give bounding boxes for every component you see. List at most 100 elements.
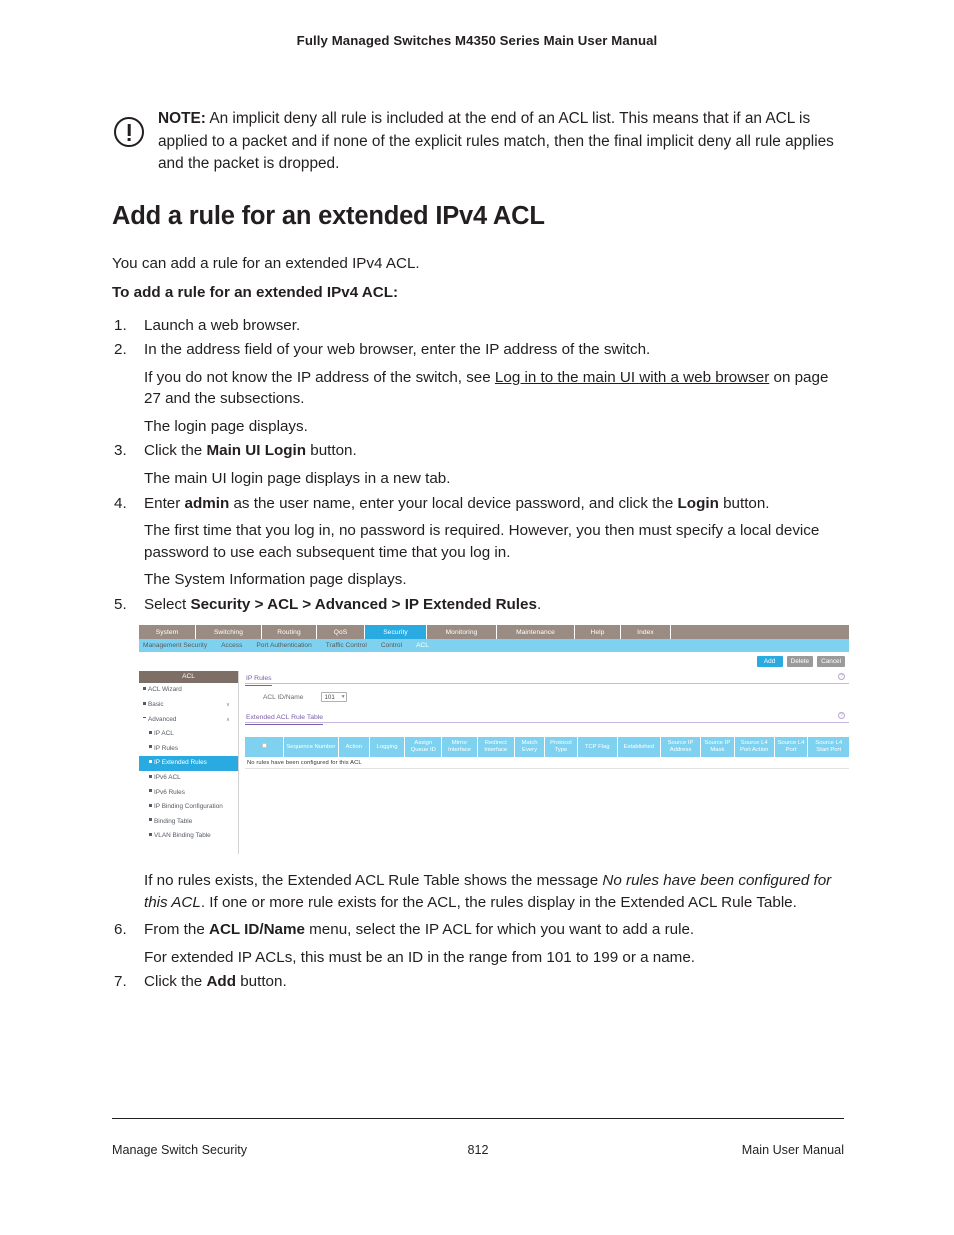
procedure-title: To add a rule for an extended IPv4 ACL: xyxy=(112,283,399,301)
nav-tab-monitoring[interactable]: Monitoring xyxy=(427,625,497,640)
acl-id-select-value: 101 xyxy=(324,693,335,701)
help-circle-icon[interactable]: ? xyxy=(838,673,845,681)
sidebar-item-label: Binding Table xyxy=(154,817,193,825)
step-main-post: . xyxy=(536,595,542,613)
step-main-bold: Main UI Login xyxy=(206,442,307,460)
subnav-item-access[interactable]: Access xyxy=(221,642,242,649)
extended-acl-rule-table: Sequence Number Action Logging Assign Qu… xyxy=(245,737,849,758)
subnav-item-port-authentication[interactable]: Port Authentication xyxy=(256,642,311,649)
col-mirror-interface[interactable]: Mirror Interface xyxy=(441,737,478,758)
switch-ui-navbar: System Switching Routing QoS Security Mo… xyxy=(139,625,849,640)
chevron-down-icon[interactable]: ∨ xyxy=(226,698,230,713)
col-source-ip-mask[interactable]: Source IP Mask xyxy=(700,737,735,758)
ip-rules-section-header: IP Rules ? xyxy=(245,671,849,687)
sidebar-item-ipv6-rules[interactable]: IPv6 Rules xyxy=(139,786,238,801)
step-subtext: The main UI login page displays in a new… xyxy=(144,469,451,487)
select-all-header[interactable] xyxy=(245,737,285,758)
col-assign-queue-id[interactable]: Assign Queue ID xyxy=(404,737,443,758)
sidebar-item-ipv6-acl[interactable]: IPv6 ACL xyxy=(139,771,238,786)
nav-tab-qos[interactable]: QoS xyxy=(317,625,365,640)
nav-tab-help[interactable]: Help xyxy=(575,625,621,640)
checkbox-icon[interactable] xyxy=(261,743,267,749)
step-main: In the address field of your web browser… xyxy=(144,341,651,359)
step-text: Enter admin as the user name, enter your… xyxy=(144,493,844,591)
col-match-every[interactable]: Match Every xyxy=(514,737,546,758)
nav-tab-system[interactable]: System xyxy=(139,625,196,640)
extended-acl-rule-table-header: Extended ACL Rule Table ? xyxy=(245,710,849,726)
switch-ui-action-row: Add Delete Cancel xyxy=(139,652,849,672)
switch-ui-figure: System Switching Routing QoS Security Mo… xyxy=(139,625,849,854)
col-tcp-flag[interactable]: TCP Flag xyxy=(577,737,618,758)
help-circle-icon[interactable]: ? xyxy=(838,712,845,720)
step-number: 1. xyxy=(114,316,127,334)
step-item: 1. Launch a web browser. xyxy=(112,315,844,337)
footer-divider xyxy=(112,1118,844,1119)
nav-tab-security[interactable]: Security xyxy=(365,625,427,640)
chevron-down-icon: ▾ xyxy=(341,694,345,701)
step-text: Launch a web browser. xyxy=(144,315,844,337)
nav-filler xyxy=(671,625,849,640)
bullet-icon xyxy=(143,686,146,690)
nav-tab-routing[interactable]: Routing xyxy=(262,625,317,640)
step-text: Select Security > ACL > Advanced > IP Ex… xyxy=(144,594,844,616)
col-source-l4-start-port[interactable]: Source L4 Start Port xyxy=(807,737,849,758)
bullet-icon xyxy=(149,818,152,822)
sidebar-item-ip-extended-rules[interactable]: IP Extended Rules xyxy=(139,756,238,771)
sidebar-item-vlan-binding-table[interactable]: VLAN Binding Table xyxy=(139,829,238,844)
step-text: Click the Main UI Login button. The main… xyxy=(144,440,844,489)
col-action[interactable]: Action xyxy=(338,737,371,758)
sidebar-item-basic[interactable]: Basic ∨ xyxy=(139,698,238,713)
step-main: Launch a web browser. xyxy=(144,316,301,334)
sidebar-item-ip-acl[interactable]: IP ACL xyxy=(139,727,238,742)
acl-id-field-row: ACL ID/Name 101 ▾ xyxy=(245,684,849,710)
step-main-bold: Security > ACL > Advanced > IP Extended … xyxy=(190,595,537,613)
switch-ui-subnav: Management Security Access Port Authenti… xyxy=(139,639,849,653)
sidebar-item-ip-rules[interactable]: IP Rules xyxy=(139,742,238,757)
chevron-up-icon[interactable]: ∧ xyxy=(226,713,230,728)
bullet-icon xyxy=(149,789,152,793)
bullet-icon xyxy=(149,832,152,836)
exclamation-circle-icon xyxy=(114,117,144,147)
cross-reference-link[interactable]: Log in to the main UI with a web browser xyxy=(495,369,769,386)
nav-tab-switching[interactable]: Switching xyxy=(196,625,262,640)
subnav-item-control[interactable]: Control xyxy=(381,642,402,649)
acl-id-select[interactable]: 101 ▾ xyxy=(321,692,348,703)
subnav-item-acl[interactable]: ACL xyxy=(416,642,429,649)
sidebar-item-acl-wizard[interactable]: ACL Wizard xyxy=(139,683,238,698)
panel-spacer xyxy=(245,723,849,737)
step-main-bold: Add xyxy=(206,973,236,991)
subnav-item-traffic-control[interactable]: Traffic Control xyxy=(326,642,367,649)
step-text: From the ACL ID/Name menu, select the IP… xyxy=(144,919,844,968)
col-logging[interactable]: Logging xyxy=(369,737,406,758)
step-item: 3. Click the Main UI Login button. The m… xyxy=(112,440,844,489)
bullet-icon xyxy=(149,730,152,734)
step-main-pre: Enter xyxy=(144,494,185,512)
bullet-icon xyxy=(143,701,146,705)
col-protocol-type[interactable]: Protocol Type xyxy=(544,737,578,758)
note-body: An implicit deny all rule is included at… xyxy=(158,110,834,173)
subnav-item-management-security[interactable]: Management Security xyxy=(143,642,207,649)
nav-tab-maintenance[interactable]: Maintenance xyxy=(497,625,575,640)
dash-icon xyxy=(143,717,146,719)
step-main-post: button. xyxy=(236,973,287,991)
sidebar-item-binding-table[interactable]: Binding Table xyxy=(139,815,238,830)
running-header: Fully Managed Switches M4350 Series Main… xyxy=(296,33,658,48)
col-source-l4-port-action[interactable]: Source L4 Port Action xyxy=(734,737,775,758)
sidebar-item-advanced[interactable]: Advanced ∧ xyxy=(139,713,238,728)
nav-tab-index[interactable]: Index xyxy=(621,625,671,640)
col-redirect-interface[interactable]: Redirect Interface xyxy=(477,737,515,758)
add-button[interactable]: Add xyxy=(756,656,783,668)
step-item: 5. Select Security > ACL > Advanced > IP… xyxy=(112,594,844,616)
col-sequence-number[interactable]: Sequence Number xyxy=(283,737,339,758)
cancel-button[interactable]: Cancel xyxy=(817,656,845,668)
step-main: Click the Add button. xyxy=(144,971,844,993)
step-main-pre: Click the xyxy=(144,442,207,460)
col-source-l4-port[interactable]: Source L4 Port xyxy=(774,737,809,758)
sidebar-item-label: IP ACL xyxy=(154,730,174,738)
step-text: In the address field of your web browser… xyxy=(144,339,844,437)
delete-button[interactable]: Delete xyxy=(786,656,814,668)
col-established[interactable]: Established xyxy=(617,737,662,758)
sidebar-item-ip-binding-configuration[interactable]: IP Binding Configuration xyxy=(139,800,238,815)
col-source-ip-address[interactable]: Source IP Address xyxy=(660,737,701,758)
sidebar-item-label: IP Extended Rules xyxy=(154,759,207,767)
